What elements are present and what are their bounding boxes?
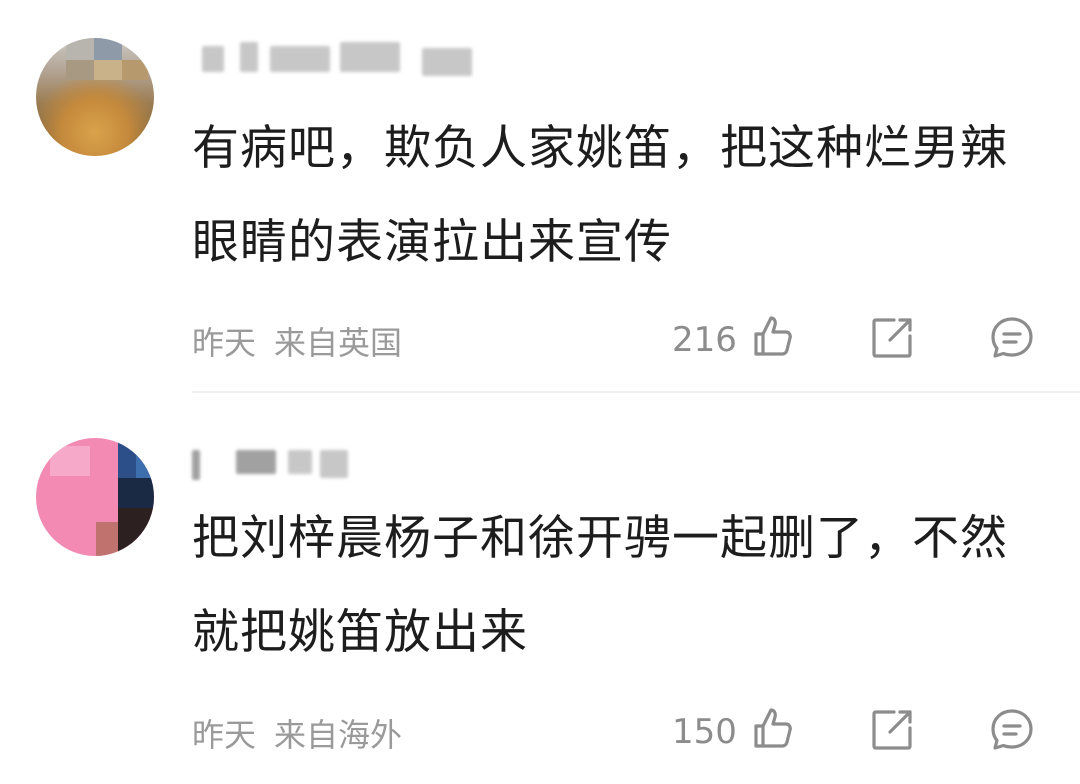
like-count: 216 — [672, 320, 737, 360]
comment-item: 有病吧，欺负人家姚笛，把这种烂男辣眼睛的表演拉出来宣传 昨天 来自英国 216 — [0, 0, 1080, 392]
comment-meta: 昨天 来自英国 — [192, 318, 402, 364]
comment-text: 有病吧，欺负人家姚笛，把这种烂男辣眼睛的表演拉出来宣传 — [192, 121, 1008, 270]
comment-time: 昨天 — [192, 716, 257, 754]
share-icon[interactable] — [868, 314, 916, 362]
share-icon[interactable] — [868, 706, 916, 754]
comment-meta: 昨天 来自海外 — [192, 710, 402, 756]
comment-icon[interactable] — [988, 314, 1036, 362]
comment-item: 把刘梓晨杨子和徐开骋一起删了，不然就把姚笛放出来 昨天 来自海外 150 — [0, 392, 1080, 784]
comment-time: 昨天 — [192, 324, 257, 362]
thumbs-up-icon[interactable] — [748, 312, 796, 360]
thumbs-up-icon[interactable] — [748, 704, 796, 752]
username-blurred[interactable] — [192, 444, 392, 484]
avatar[interactable] — [36, 38, 154, 156]
comment-icon[interactable] — [988, 706, 1036, 754]
comment-location: 来自海外 — [274, 716, 403, 754]
comment-location: 来自英国 — [274, 324, 403, 362]
username-blurred[interactable] — [192, 40, 492, 80]
comment-text: 把刘梓晨杨子和徐开骋一起删了，不然就把姚笛放出来 — [192, 511, 1008, 660]
avatar[interactable] — [36, 438, 154, 556]
like-count: 150 — [672, 712, 737, 752]
